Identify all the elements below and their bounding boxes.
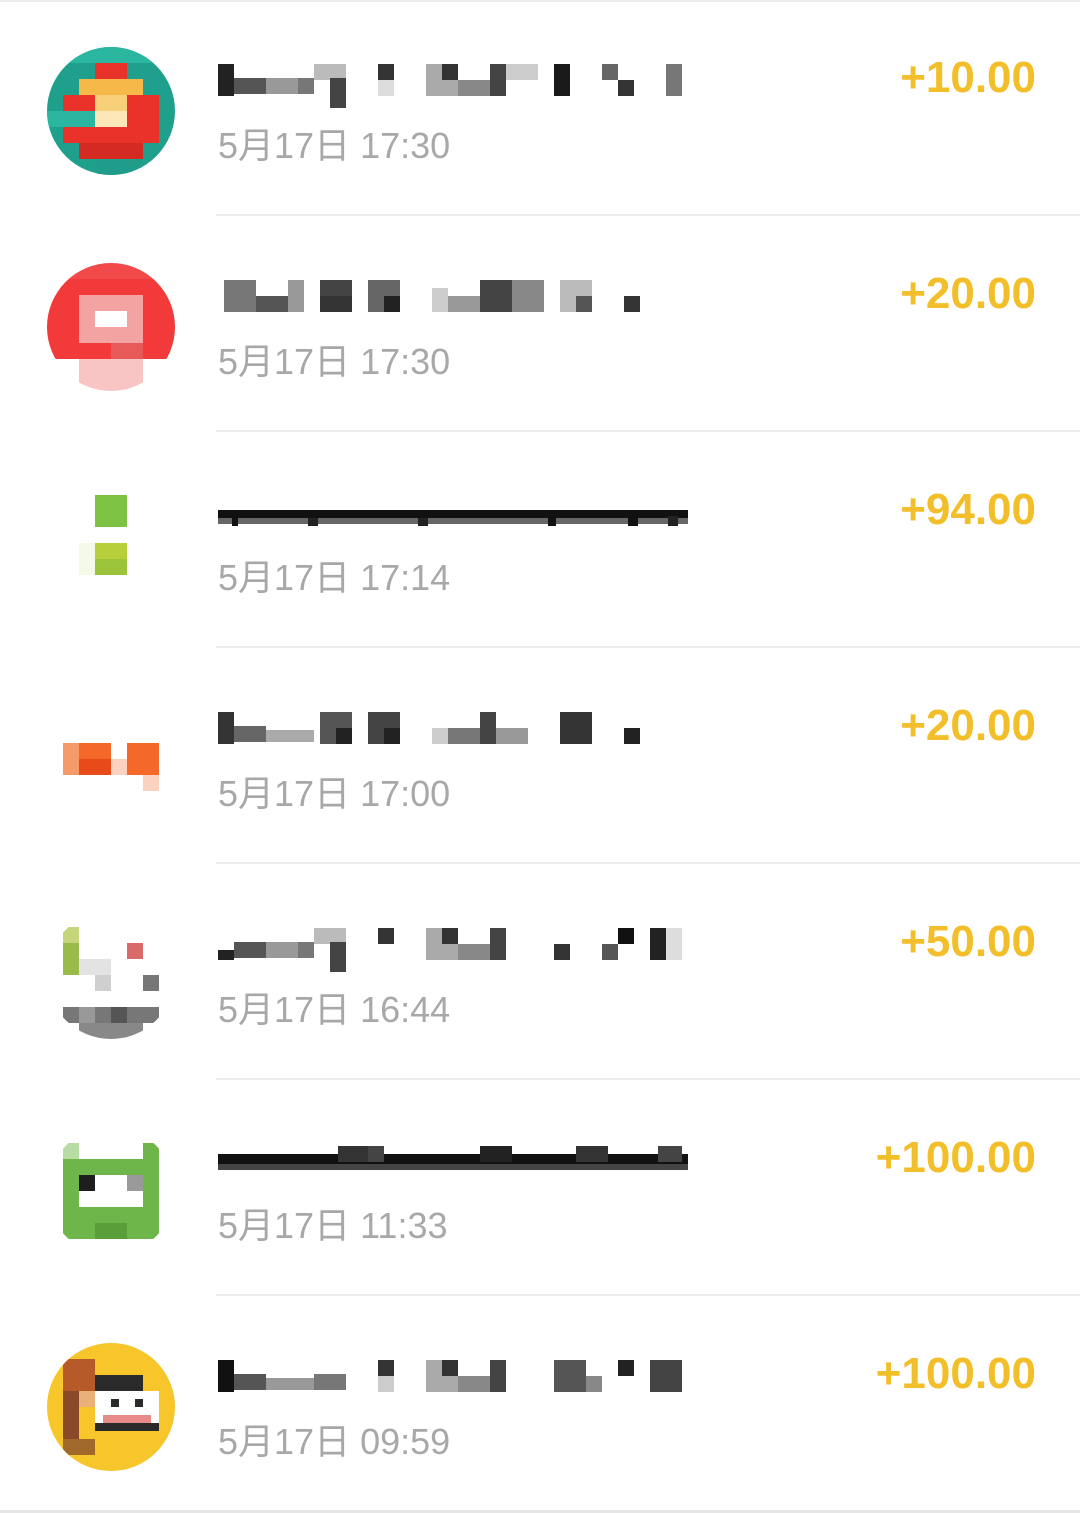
- transaction-row[interactable]: 5月17日 17:00 +20.00: [0, 648, 1080, 864]
- merchant-name: [218, 1136, 698, 1188]
- transaction-time: 5月17日 17:30: [218, 125, 451, 166]
- merchant-name: [218, 1352, 698, 1404]
- avatar: [47, 911, 175, 1039]
- transaction-time: 5月17日 17:00: [218, 773, 451, 814]
- transaction-row[interactable]: 5月17日 17:30 +10.00: [0, 0, 1080, 216]
- transaction-list: 5月17日 17:30 +10.00 5月17日 17:30 +20.00 5月…: [0, 0, 1080, 1512]
- transaction-amount: +94.00: [900, 485, 1036, 534]
- transaction-time: 5月17日 17:14: [218, 557, 451, 598]
- transaction-row[interactable]: 5月17日 17:30 +20.00: [0, 216, 1080, 432]
- avatar: [47, 1127, 175, 1255]
- avatar: [47, 1343, 175, 1471]
- merchant-name: [218, 488, 698, 540]
- merchant-name: [218, 272, 698, 324]
- transaction-time: 5月17日 17:30: [218, 341, 451, 382]
- transaction-amount: +20.00: [900, 269, 1036, 318]
- merchant-name: [218, 704, 698, 756]
- transaction-row[interactable]: 5月17日 11:33 +100.00: [0, 1080, 1080, 1296]
- transaction-time: 5月17日 11:33: [218, 1205, 448, 1246]
- transaction-row[interactable]: 5月17日 17:14 +94.00: [0, 432, 1080, 648]
- merchant-name: [218, 920, 698, 972]
- transaction-amount: +100.00: [875, 1133, 1036, 1182]
- transaction-amount: +50.00: [900, 917, 1036, 966]
- transaction-amount: +20.00: [900, 701, 1036, 750]
- avatar: [47, 47, 175, 175]
- transaction-amount: +10.00: [900, 53, 1036, 102]
- transaction-time: 5月17日 16:44: [218, 989, 451, 1030]
- transaction-row[interactable]: 5月17日 09:59 +100.00: [0, 1296, 1080, 1512]
- merchant-name: [218, 56, 698, 108]
- avatar: [47, 695, 175, 823]
- transaction-time: 5月17日 09:59: [218, 1421, 451, 1462]
- avatar: [47, 479, 175, 607]
- transaction-amount: +100.00: [875, 1349, 1036, 1398]
- transaction-row[interactable]: 5月17日 16:44 +50.00: [0, 864, 1080, 1080]
- avatar: [47, 263, 175, 391]
